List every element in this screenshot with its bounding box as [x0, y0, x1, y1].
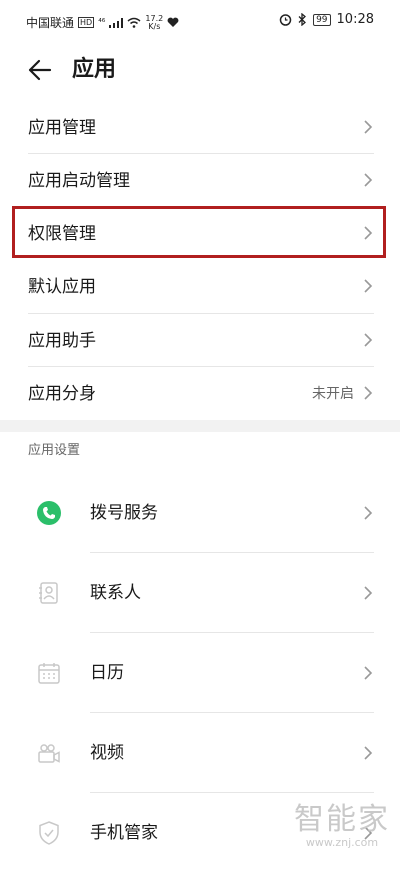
chevron-right-icon [364, 279, 373, 293]
section-title: 应用设置 [28, 443, 81, 458]
status-right: 99 10:28 [279, 12, 374, 27]
divider [90, 712, 374, 713]
shield-icon [39, 821, 59, 845]
settings-item-label: 拨号服务 [90, 503, 158, 523]
status-left: 中国联通 HD ⁴⁶ 17.2 K/s [26, 14, 179, 31]
page-title: 应用 [72, 57, 117, 82]
speed-unit: K/s [148, 21, 161, 31]
menu-item-startup-management[interactable]: 应用启动管理 [28, 154, 374, 207]
chevron-right-icon [364, 506, 373, 520]
chevron-right-icon [364, 666, 373, 680]
menu-item-label: 应用分身 [28, 384, 96, 404]
network-speed: 17.2 K/s [145, 14, 163, 31]
hd-badge: HD [78, 17, 95, 28]
settings-item-calendar[interactable]: 日历 [28, 634, 374, 713]
divider [90, 792, 374, 793]
menu-item-label: 应用管理 [28, 118, 96, 138]
status-bar: 中国联通 HD ⁴⁶ 17.2 K/s 99 10:28 [0, 0, 400, 44]
chevron-right-icon [364, 746, 373, 760]
menu-item-label: 应用启动管理 [28, 171, 130, 191]
settings-item-contacts[interactable]: 联系人 [28, 554, 374, 633]
settings-item-label: 手机管家 [90, 823, 158, 843]
chevron-right-icon [364, 333, 373, 347]
section-gap [0, 420, 400, 432]
settings-item-dialer[interactable]: 拨号服务 [28, 474, 374, 553]
divider [90, 552, 374, 553]
settings-item-label: 视频 [90, 743, 124, 763]
chevron-right-icon [364, 586, 373, 600]
calendar-icon [38, 663, 60, 684]
menu-item-label: 应用助手 [28, 331, 96, 351]
highlight-box [12, 206, 386, 258]
carrier-label: 中国联通 [26, 16, 75, 30]
menu-item-value: 未开启 [312, 386, 354, 402]
watermark-logo-text: 智能家 [294, 802, 390, 837]
menu-item-label: 默认应用 [28, 277, 96, 297]
network-type: ⁴⁶ [98, 17, 106, 28]
contacts-icon [39, 582, 58, 604]
chevron-right-icon [364, 386, 373, 400]
settings-item-video[interactable]: 视频 [28, 714, 374, 793]
chevron-right-icon [364, 173, 373, 187]
clock: 10:28 [336, 12, 374, 27]
settings-item-label: 日历 [90, 663, 124, 683]
app-header: 应用 [0, 48, 400, 92]
menu-item-default-apps[interactable]: 默认应用 [28, 260, 374, 313]
video-icon [38, 744, 60, 763]
menu-item-app-management[interactable]: 应用管理 [28, 101, 374, 154]
bluetooth-icon [298, 13, 307, 26]
chevron-right-icon [364, 120, 373, 134]
battery-indicator: 99 [313, 13, 331, 26]
alarm-icon [279, 14, 292, 26]
phone-icon [37, 501, 61, 525]
heart-icon [167, 17, 179, 27]
watermark-url: www.znj.com [305, 836, 379, 849]
menu-item-app-twin[interactable]: 应用分身 未开启 [28, 367, 374, 420]
settings-item-label: 联系人 [90, 583, 141, 603]
back-arrow-icon[interactable] [26, 56, 54, 84]
watermark: 智能家 www.znj.com [294, 803, 390, 849]
menu-item-app-assistant[interactable]: 应用助手 [28, 314, 374, 367]
divider [90, 632, 374, 633]
wifi-icon [127, 17, 141, 28]
signal-icon [109, 17, 124, 28]
